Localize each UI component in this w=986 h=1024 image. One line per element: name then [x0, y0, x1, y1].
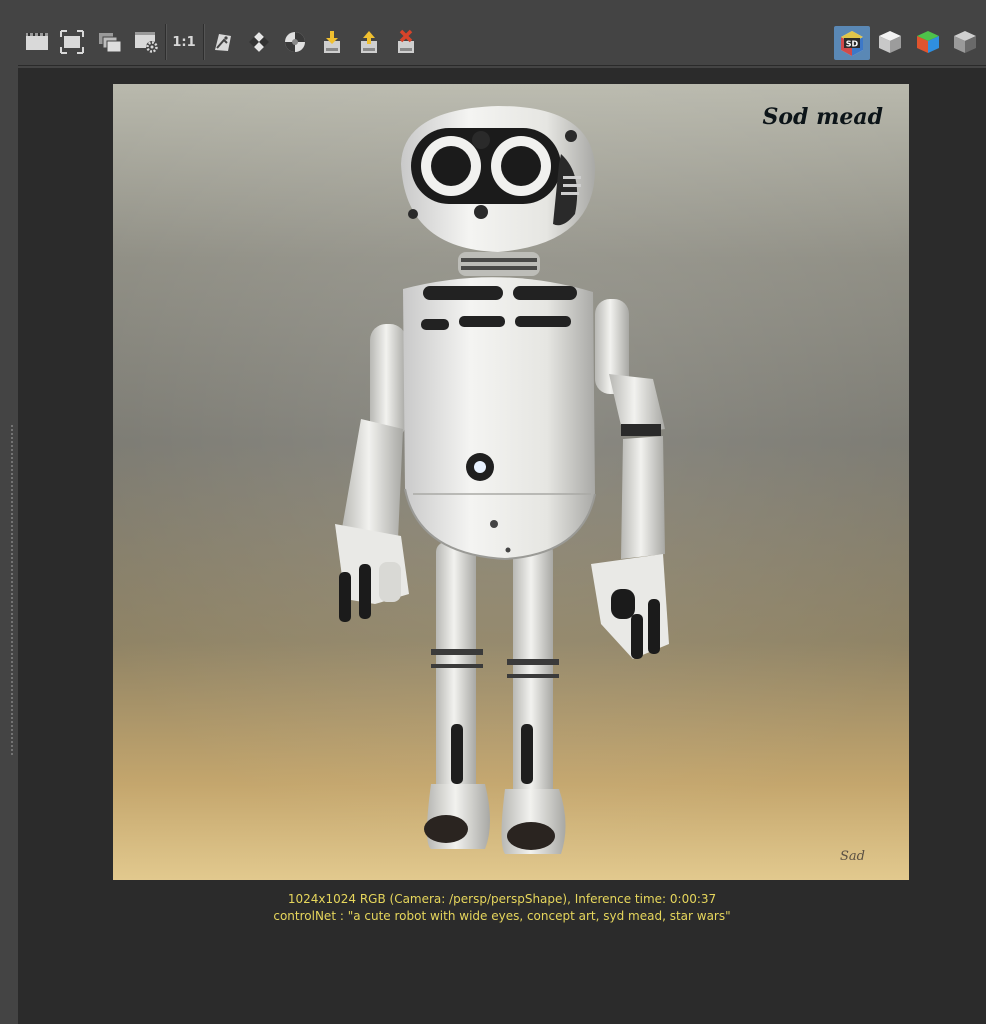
color-cube-renderer-button[interactable] — [914, 28, 942, 56]
keep-image-button[interactable] — [96, 28, 124, 56]
load-image-icon — [324, 31, 340, 53]
color-picker-icon — [215, 34, 231, 51]
gray-cube-renderer-icon — [954, 31, 976, 53]
render-view-window: 1:1 SD Sod mead Sad 1024x1024 RGB (Camer… — [0, 0, 986, 1024]
delete-image-button[interactable] — [392, 28, 420, 56]
render-view-toolbar: 1:1 SD — [0, 0, 986, 66]
load-image-button[interactable] — [318, 28, 346, 56]
toolbar-separator — [165, 24, 167, 60]
delete-image-icon — [398, 29, 414, 53]
white-cube-renderer-button[interactable] — [876, 28, 904, 56]
exposure-ball-icon — [285, 32, 305, 52]
prompt-info-line: controlNet : "a cute robot with wide eye… — [273, 909, 731, 923]
color-picker-button[interactable] — [209, 28, 237, 56]
artist-signature: Sad — [840, 849, 865, 864]
snapshot-button[interactable] — [23, 28, 51, 56]
save-image-icon — [361, 31, 377, 53]
checker-background-button[interactable] — [245, 28, 273, 56]
one-to-one-label: 1:1 — [172, 34, 196, 50]
checker-background-icon — [249, 32, 269, 52]
render-settings-button[interactable] — [133, 28, 161, 56]
sd-label: SD — [846, 40, 859, 49]
toolbar-separator — [203, 24, 205, 60]
robot-illustration: Sod mead Sad — [113, 84, 909, 880]
save-image-button[interactable] — [355, 28, 383, 56]
rendered-image: Sod mead Sad — [113, 84, 909, 880]
multiple-renders-icon — [99, 33, 122, 53]
render-info-line: 1024x1024 RGB (Camera: /persp/perspShape… — [287, 892, 717, 906]
render-settings-icon — [135, 32, 158, 53]
left-panel-edge — [0, 66, 18, 1024]
panel-resize-handle[interactable] — [11, 424, 13, 756]
gray-cube-renderer-button[interactable] — [951, 28, 979, 56]
toolbar-divider — [18, 65, 986, 66]
color-cube-renderer-icon — [917, 31, 939, 53]
white-cube-renderer-icon — [879, 31, 901, 53]
stable-diffusion-renderer-icon: SD — [841, 31, 863, 56]
stable-diffusion-renderer-button[interactable]: SD — [834, 26, 870, 60]
snapshot-icon — [26, 33, 48, 50]
render-viewport[interactable]: Sod mead Sad 1024x1024 RGB (Camera: /per… — [18, 68, 986, 1024]
frame-all-icon — [60, 30, 84, 54]
watermark-text: Sod mead — [762, 104, 883, 130]
one-to-one-button[interactable]: 1:1 — [170, 28, 198, 56]
frame-all-button[interactable] — [58, 28, 86, 56]
exposure-ball-button[interactable] — [281, 28, 309, 56]
